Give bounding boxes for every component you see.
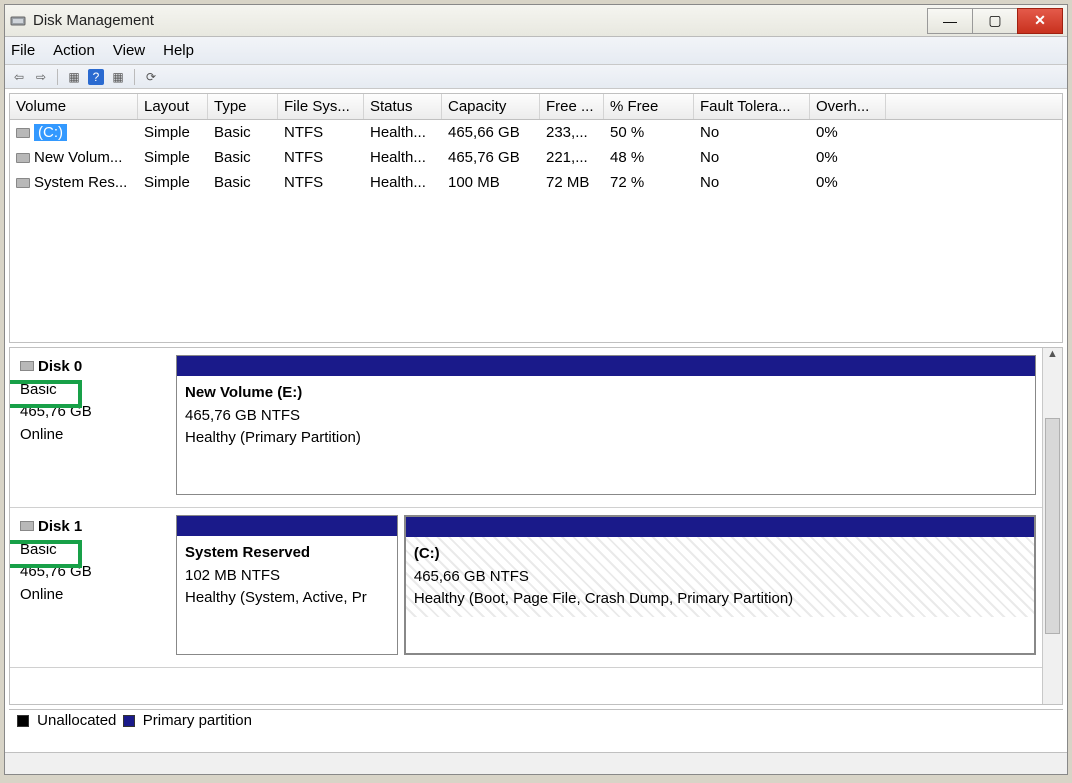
partition-header-bar (406, 517, 1034, 537)
disk-row: Disk 0Basic465,76 GBOnlineNew Volume (E:… (10, 348, 1042, 508)
toolbar-separator (134, 69, 135, 85)
forward-icon[interactable]: ⇨ (33, 69, 49, 85)
drive-icon (16, 128, 30, 138)
menu-view[interactable]: View (113, 42, 145, 59)
volume-list-header: Volume Layout Type File Sys... Status Ca… (10, 94, 1062, 120)
col-status[interactable]: Status (364, 94, 442, 119)
col-free[interactable]: Free ... (540, 94, 604, 119)
scroll-up-icon[interactable]: ▲ (1043, 348, 1062, 366)
col-fault[interactable]: Fault Tolera... (694, 94, 810, 119)
partition[interactable]: System Reserved102 MB NTFSHealthy (Syste… (176, 515, 398, 655)
close-button[interactable]: ✕ (1017, 8, 1063, 34)
toolbar: ⇦ ⇨ ▦ ? ▦ ⟳ (5, 65, 1067, 89)
volume-row[interactable]: System Res...SimpleBasicNTFSHealth...100… (10, 170, 1062, 195)
drive-icon (16, 178, 30, 188)
partition-area: System Reserved102 MB NTFSHealthy (Syste… (170, 508, 1042, 667)
menu-file[interactable]: File (11, 42, 35, 59)
disk-icon (20, 521, 34, 531)
legend: Unallocated Primary partition (9, 709, 1063, 731)
disk-graphical-view: Disk 0Basic465,76 GBOnlineNew Volume (E:… (9, 347, 1063, 705)
legend-unallocated: Unallocated (37, 712, 116, 729)
window-title: Disk Management (33, 12, 154, 29)
drive-icon (16, 153, 30, 163)
refresh-icon[interactable]: ⟳ (143, 69, 159, 85)
volume-row[interactable]: (C:)SimpleBasicNTFSHealth...465,66 GB233… (10, 120, 1062, 145)
disk-label[interactable]: Disk 0Basic465,76 GBOnline (10, 348, 170, 507)
partition-header-bar (177, 516, 397, 536)
disk-label[interactable]: Disk 1Basic465,76 GBOnline (10, 508, 170, 667)
statusbar (5, 752, 1067, 774)
maximize-button[interactable]: ▢ (972, 8, 1018, 34)
back-icon[interactable]: ⇦ (11, 69, 27, 85)
col-overhead[interactable]: Overh... (810, 94, 886, 119)
menubar: File Action View Help (5, 37, 1067, 65)
col-layout[interactable]: Layout (138, 94, 208, 119)
vertical-scrollbar[interactable]: ▲ (1042, 348, 1062, 704)
disk-icon (20, 361, 34, 371)
help-icon[interactable]: ? (88, 69, 104, 85)
disk-management-window: Disk Management — ▢ ✕ File Action View H… (4, 4, 1068, 775)
col-filesystem[interactable]: File Sys... (278, 94, 364, 119)
view1-icon[interactable]: ▦ (66, 69, 82, 85)
partition-area: New Volume (E:)465,76 GB NTFSHealthy (Pr… (170, 348, 1042, 507)
col-volume[interactable]: Volume (10, 94, 138, 119)
titlebar[interactable]: Disk Management — ▢ ✕ (5, 5, 1067, 37)
window-controls: — ▢ ✕ (928, 8, 1063, 34)
view2-icon[interactable]: ▦ (110, 69, 126, 85)
toolbar-separator (57, 69, 58, 85)
minimize-button[interactable]: — (927, 8, 973, 34)
col-pctfree[interactable]: % Free (604, 94, 694, 119)
menu-action[interactable]: Action (53, 42, 95, 59)
legend-swatch-unallocated (17, 715, 29, 727)
volume-row[interactable]: New Volum...SimpleBasicNTFSHealth...465,… (10, 145, 1062, 170)
disk-management-icon (9, 12, 27, 30)
scroll-thumb[interactable] (1045, 418, 1060, 634)
disk-row: Disk 1Basic465,76 GBOnlineSystem Reserve… (10, 508, 1042, 668)
legend-primary: Primary partition (143, 712, 252, 729)
menu-help[interactable]: Help (163, 42, 194, 59)
partition-header-bar (177, 356, 1035, 376)
volume-list: Volume Layout Type File Sys... Status Ca… (9, 93, 1063, 343)
legend-swatch-primary (123, 715, 135, 727)
highlight-box (10, 380, 82, 408)
highlight-box (10, 540, 82, 568)
partition[interactable]: New Volume (E:)465,76 GB NTFSHealthy (Pr… (176, 355, 1036, 495)
col-capacity[interactable]: Capacity (442, 94, 540, 119)
col-type[interactable]: Type (208, 94, 278, 119)
partition[interactable]: (C:)465,66 GB NTFSHealthy (Boot, Page Fi… (404, 515, 1036, 655)
